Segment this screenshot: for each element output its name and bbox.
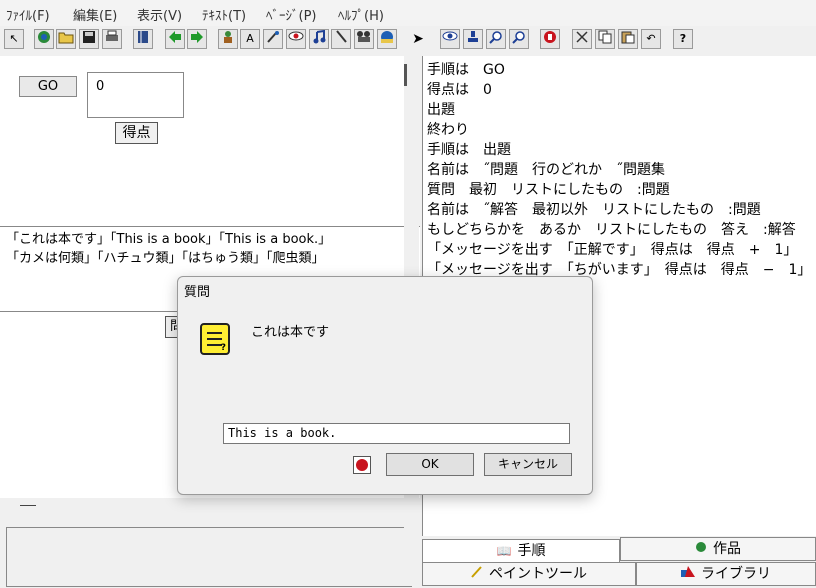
menu-view[interactable]: 表示(V)	[137, 5, 182, 24]
script-line: 終わり	[427, 122, 469, 138]
menu-file[interactable]: ﾌｧｲﾙ(F)	[6, 5, 50, 24]
eye-shape-icon[interactable]	[286, 29, 306, 49]
world-icon[interactable]	[34, 29, 54, 49]
stop-hand-icon[interactable]	[540, 29, 560, 49]
shapes-icon	[681, 563, 695, 585]
question-dialog: 質問 ? これは本です This is a book. OK キャンセル	[177, 276, 593, 495]
script-line: もしどちらかを あるか リストにしたもの 答え :解答	[427, 222, 796, 238]
tab-paint-tool[interactable]: ペイントツール	[422, 562, 636, 586]
open-folder-icon[interactable]	[56, 29, 76, 49]
text-frame-icon[interactable]: A	[240, 29, 260, 49]
arrow-left-icon[interactable]	[165, 29, 185, 49]
globe-icon	[695, 538, 707, 560]
cancel-button[interactable]: キャンセル	[484, 453, 572, 476]
menu-help[interactable]: ﾍﾙﾌﾟ(H)	[338, 5, 384, 24]
paint-icon[interactable]	[263, 29, 283, 49]
script-line: 質問 最初 リストにしたもの :問題	[427, 182, 670, 198]
script-line: 出題	[427, 102, 455, 118]
paste-icon[interactable]	[618, 29, 638, 49]
copy-icon[interactable]	[595, 29, 615, 49]
print-icon[interactable]	[102, 29, 122, 49]
menu-page[interactable]: ﾍﾞｰｼﾞ(P)	[266, 5, 316, 24]
list-item: 「これは本です」「This is a book」「This is a book.…	[6, 232, 332, 247]
tab-library[interactable]: ライブラリ	[636, 562, 816, 586]
answer-input[interactable]: This is a book.	[223, 423, 570, 444]
note-icon: ?	[200, 323, 230, 355]
stamp-icon[interactable]	[463, 29, 483, 49]
dialog-title: 質問	[184, 285, 211, 300]
cursor-tool-icon[interactable]: ↖	[4, 29, 24, 49]
ok-button[interactable]: OK	[386, 453, 474, 476]
dialog-message: これは本です	[251, 325, 330, 340]
save-icon[interactable]	[79, 29, 99, 49]
book-icon: 📖	[496, 544, 512, 558]
arrow-right-icon[interactable]	[187, 29, 207, 49]
script-line: 手順は 出題	[427, 142, 511, 158]
menu-text[interactable]: ﾃｷｽﾄ(T)	[202, 5, 246, 24]
music-icon[interactable]	[309, 29, 329, 49]
character-icon[interactable]	[218, 29, 238, 49]
list-item: 「カメは何類」「ハチュウ類」「はちゅう類」「爬虫類」	[6, 251, 325, 266]
globe-user-icon[interactable]	[377, 29, 397, 49]
script-line: 名前は ˝問題 行のどれか ˝問題集	[427, 162, 665, 178]
script-line: 「メッセージを出す 「正解です」 得点は 得点 + 1」	[427, 242, 798, 258]
zoom-out-icon[interactable]	[509, 29, 529, 49]
pointer-icon[interactable]: ➤	[408, 29, 428, 49]
brush-icon[interactable]	[331, 29, 351, 49]
divider	[20, 505, 36, 506]
zoom-in-icon[interactable]	[486, 29, 506, 49]
eye-icon[interactable]	[440, 29, 460, 49]
status-box	[6, 527, 412, 587]
score-button[interactable]: 得点	[115, 122, 158, 144]
menu-bar: ﾌｧｲﾙ(F) 編集(E) 表示(V) ﾃｷｽﾄ(T) ﾍﾞｰｼﾞ(P) ﾍﾙﾌ…	[0, 0, 816, 26]
go-button[interactable]: GO	[19, 76, 77, 97]
brush-icon	[471, 563, 483, 585]
tab-work[interactable]: 作品	[620, 537, 816, 561]
scrollbar-thumb[interactable]	[404, 64, 407, 86]
score-field[interactable]: 0	[87, 72, 184, 118]
menu-edit[interactable]: 編集(E)	[73, 5, 117, 24]
script-line: 手順は GO	[427, 62, 505, 78]
script-line: 得点は 0	[427, 82, 492, 98]
tab-procedure[interactable]: 📖 手順	[422, 539, 620, 563]
help-icon[interactable]: ?	[673, 29, 693, 49]
cut-icon[interactable]	[572, 29, 592, 49]
script-line: 名前は ˝解答 最初以外 リストにしたもの :問題	[427, 202, 761, 218]
video-icon[interactable]	[354, 29, 374, 49]
stop-hand-icon[interactable]	[353, 456, 371, 474]
book-icon[interactable]	[133, 29, 153, 49]
undo-icon[interactable]: ↶	[641, 29, 661, 49]
toolbar: ↖ A ➤ ↶ ?	[0, 26, 816, 54]
